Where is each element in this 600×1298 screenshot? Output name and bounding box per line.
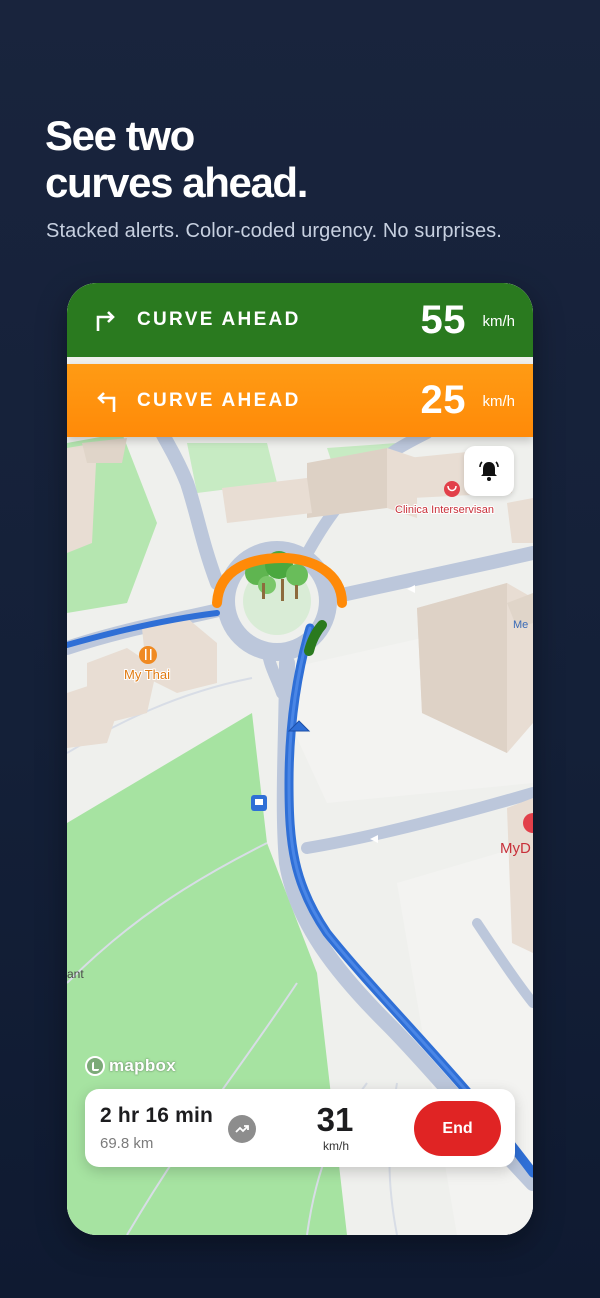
subtitle: Stacked alerts. Color-coded urgency. No …	[46, 220, 502, 242]
curve-alert-banner-1: CURVE AHEAD 55 km/h	[67, 283, 533, 357]
alert-speed-unit: km/h	[482, 393, 515, 410]
turn-right-arrow-icon	[96, 311, 115, 331]
headline-line-1: See two	[45, 112, 195, 159]
route-overview-button[interactable]	[228, 1115, 256, 1143]
poi-restaurant-marker	[139, 646, 157, 664]
end-navigation-button[interactable]: End	[414, 1101, 501, 1156]
alert-label: CURVE AHEAD	[137, 309, 301, 330]
mapbox-label: mapbox	[109, 1056, 176, 1075]
bell-icon	[479, 461, 499, 481]
poi-clinic-marker	[444, 481, 460, 497]
alert-speed-value: 25	[420, 378, 466, 422]
alert-speed-unit: km/h	[482, 313, 515, 330]
poi-restaurant-label: My Thai	[124, 667, 170, 682]
poi-clinic-label: Clinica Interservisan	[395, 504, 494, 516]
current-speed-value: 31	[316, 1101, 354, 1138]
alert-label: CURVE AHEAD	[137, 389, 301, 411]
trend-icon	[235, 1125, 249, 1133]
headline: See two curves ahead.	[45, 112, 545, 206]
poi-partial-label: Me	[513, 619, 528, 631]
bus-stop-icon	[251, 795, 267, 811]
headline-line-2: curves ahead.	[45, 159, 308, 206]
trip-summary-card: 2 hr 16 min 69.8 km 31 km/h End	[85, 1089, 515, 1167]
mapbox-attribution[interactable]: mapbox	[85, 1056, 176, 1076]
alert-speed-value: 55	[420, 297, 466, 342]
curve-alert-banner-2: CURVE AHEAD 25 km/h	[67, 364, 533, 437]
alerts-toggle-button[interactable]	[464, 446, 514, 496]
poi-left-label: ant	[67, 967, 84, 981]
poi-right-label: MyD	[500, 840, 531, 857]
eta-duration: 2 hr 16 min	[100, 1104, 214, 1127]
remaining-distance: 69.8 km	[100, 1135, 154, 1152]
mapbox-logo-icon	[85, 1056, 105, 1076]
current-speed-unit: km/h	[322, 1139, 349, 1153]
turn-left-arrow-icon	[97, 391, 116, 412]
phone-screen: Clinica Interservisan My Thai MyD Me ant	[67, 283, 533, 1235]
